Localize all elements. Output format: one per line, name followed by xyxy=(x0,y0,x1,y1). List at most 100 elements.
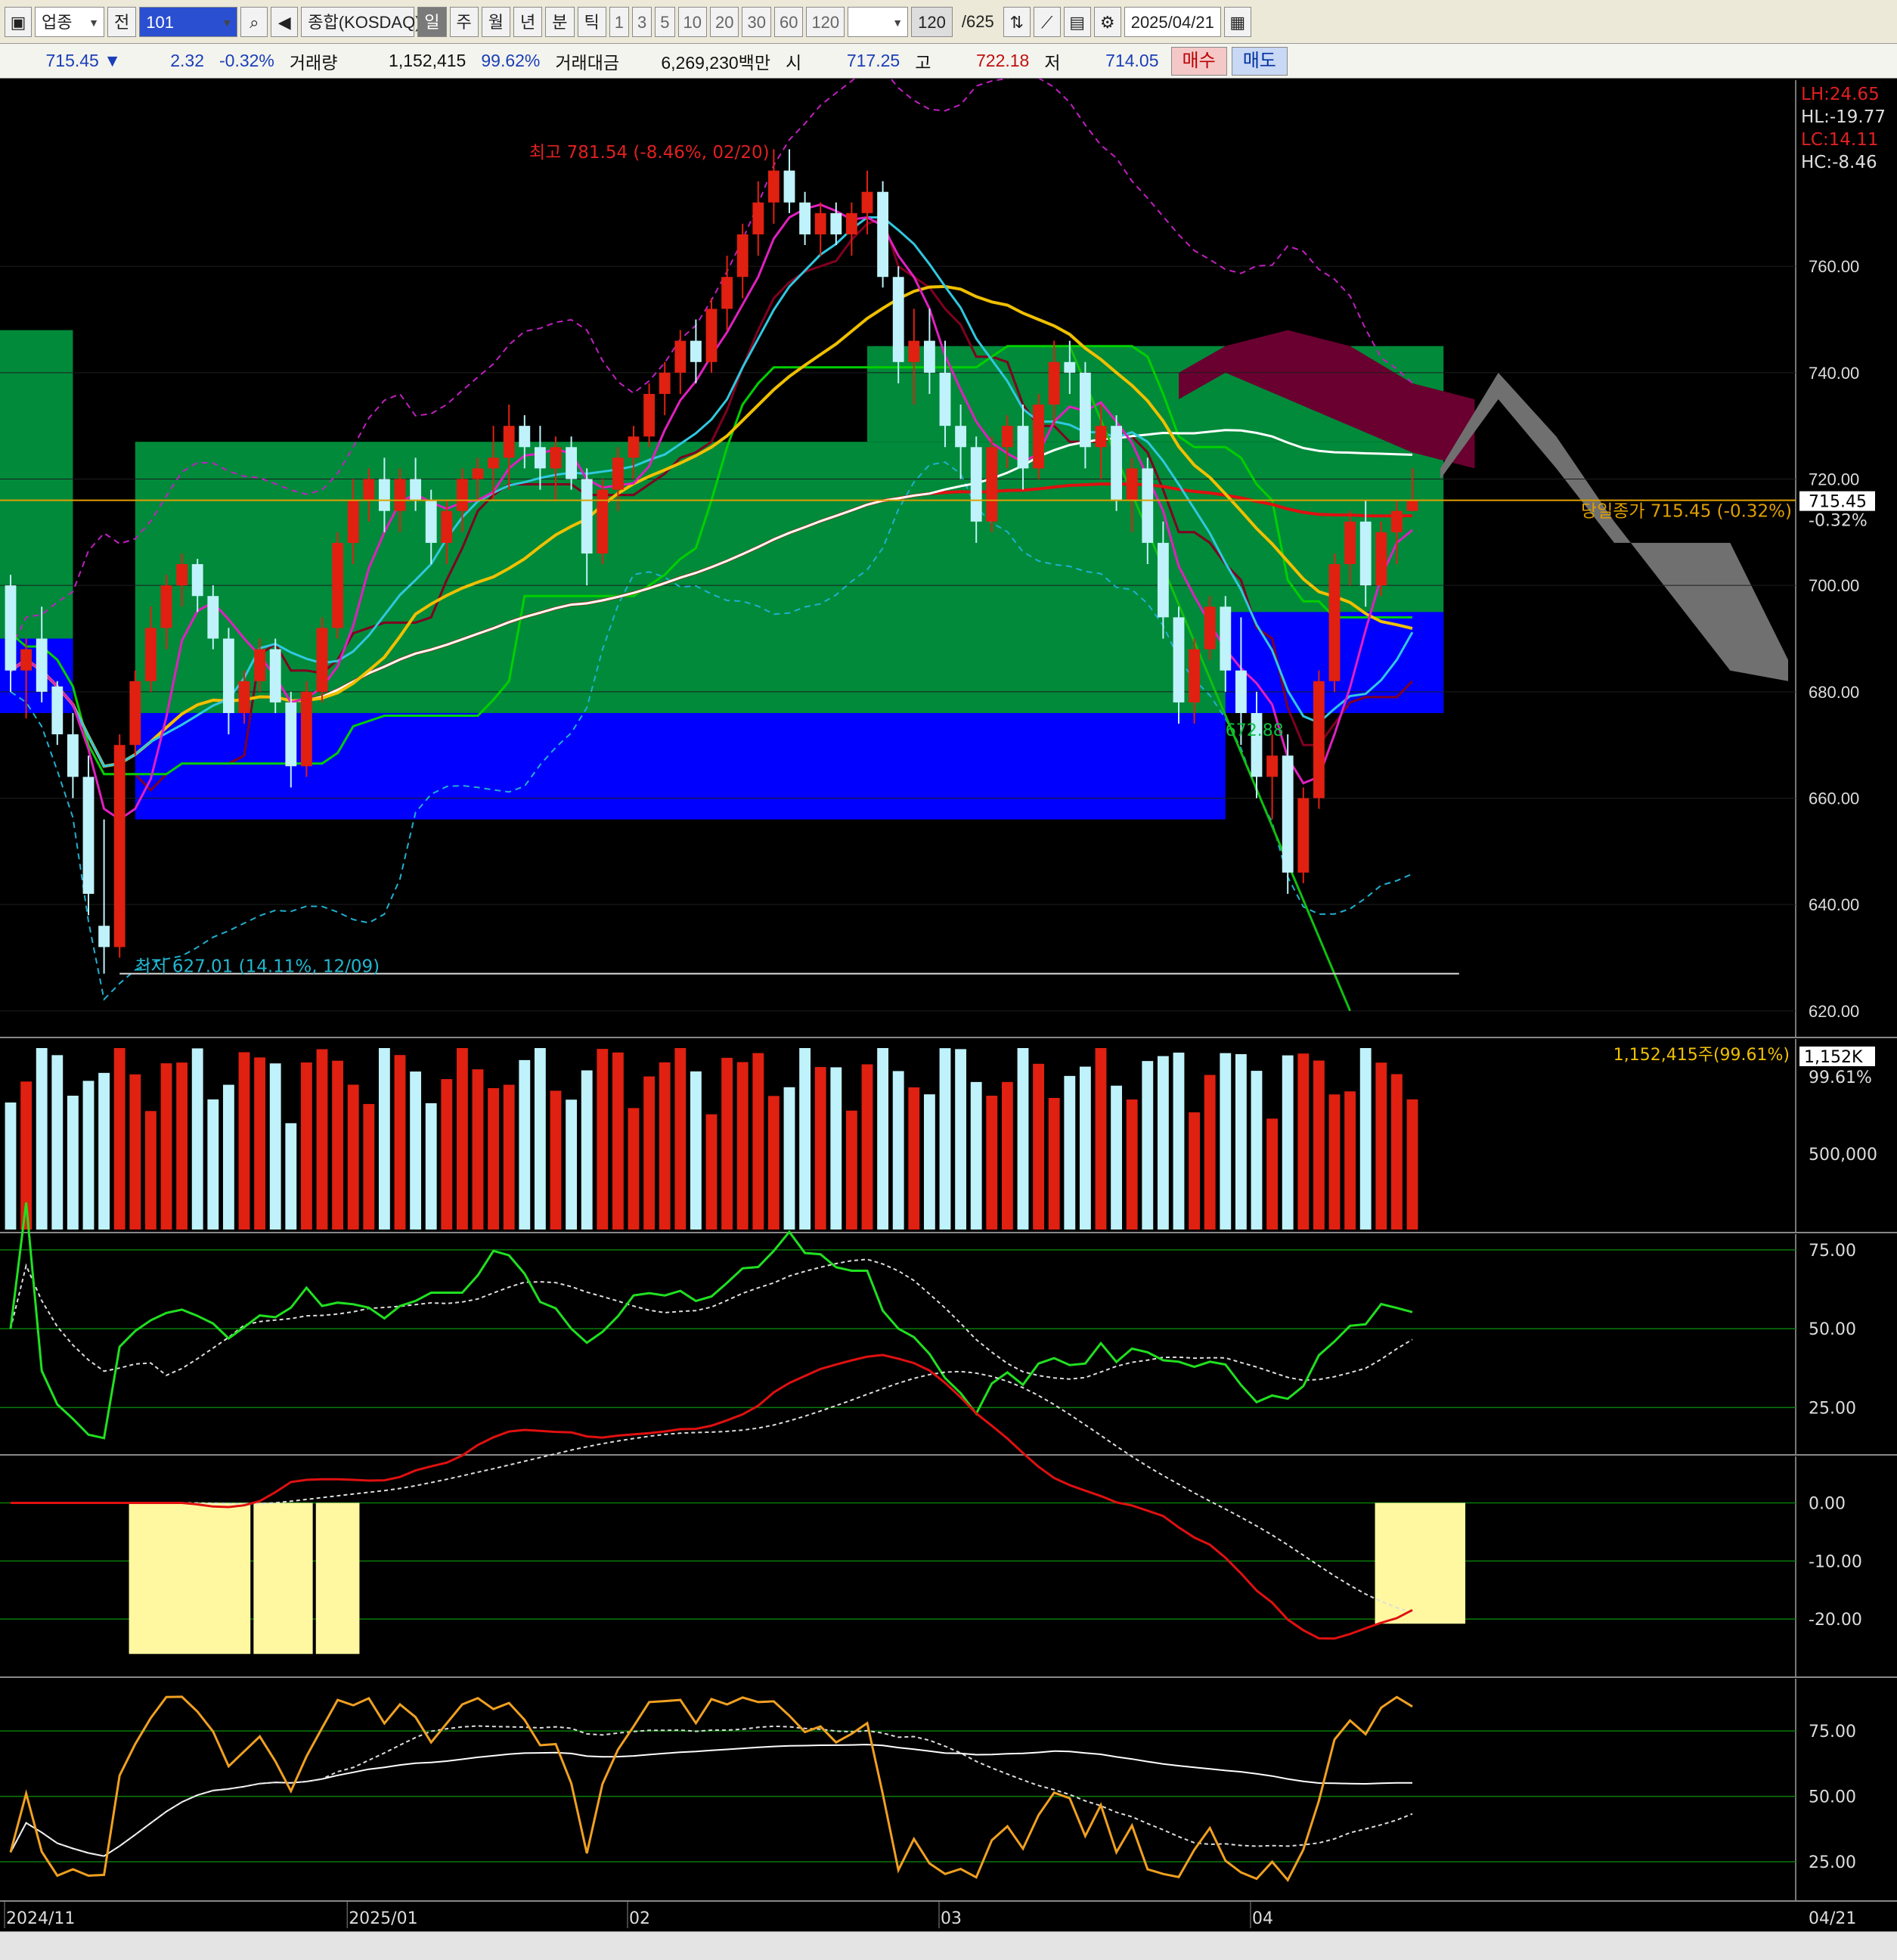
volume-bar xyxy=(503,1084,515,1230)
volume-bar xyxy=(67,1095,79,1230)
volume-bar xyxy=(1033,1063,1045,1230)
volume-bar xyxy=(799,1048,811,1230)
indicator-icon[interactable]: ⇅ xyxy=(1003,6,1031,37)
volume-bar xyxy=(1220,1053,1232,1230)
volume-bar xyxy=(363,1103,375,1230)
high-value: 722.18 xyxy=(976,51,1030,70)
gear-icon[interactable]: ⚙ xyxy=(1093,6,1121,37)
volume-bar xyxy=(1017,1048,1029,1230)
volume-bar xyxy=(1313,1060,1325,1230)
speaker-icon[interactable]: ◀ xyxy=(271,6,299,37)
interval-5[interactable]: 5 xyxy=(655,6,675,37)
total-count: /625 xyxy=(961,11,994,31)
period-minute[interactable]: 분 xyxy=(545,6,575,37)
level-annotation: 672.88 xyxy=(1226,721,1284,740)
volume-bar xyxy=(892,1071,904,1230)
open-value: 717.25 xyxy=(846,51,900,70)
candle-body xyxy=(254,649,266,681)
current-price: 715.45 ▼ xyxy=(45,51,121,70)
candle-body xyxy=(378,479,390,511)
volume-bar xyxy=(254,1057,266,1230)
candle-body xyxy=(519,426,531,448)
window-icon[interactable]: ▣ xyxy=(5,6,32,37)
candle-body xyxy=(472,468,484,479)
close-pct: -0.32% xyxy=(1809,512,1868,531)
volume-bar xyxy=(861,1064,873,1230)
candle-body xyxy=(877,191,889,278)
y-tick-760: 760.00 xyxy=(1809,257,1859,276)
buy-button[interactable]: 매수 xyxy=(1170,46,1227,76)
volume-bar xyxy=(1126,1099,1138,1230)
period-day[interactable]: 일 xyxy=(417,6,447,37)
candle-body xyxy=(1095,426,1107,448)
macd-highlight-box xyxy=(253,1503,313,1655)
volume-bar xyxy=(332,1060,344,1230)
candle-body xyxy=(659,372,671,394)
volume-bar xyxy=(519,1059,531,1230)
candle-body xyxy=(690,340,702,362)
save-icon[interactable]: ▤ xyxy=(1063,6,1091,37)
y-tick-640: 640.00 xyxy=(1809,895,1859,914)
prev-button[interactable]: 전 xyxy=(107,6,137,37)
volume-bar xyxy=(643,1076,656,1230)
indicator-tick-4-75: 75.00 xyxy=(1809,1723,1856,1741)
stock-chart[interactable]: 620.00 640.00 660.00 680.00 700.00 720.00 740.… xyxy=(0,79,1897,1931)
volume-bar xyxy=(1390,1074,1403,1230)
chart-toolbar: ▣ 업종 전 101 ⌕ ◀ 종합(KOSDAQ) 일 주 월 년 분 틱 1 … xyxy=(0,0,1897,44)
candle-body xyxy=(986,447,998,522)
x-tick-label: 02 xyxy=(629,1909,650,1928)
volume-bar xyxy=(456,1048,468,1230)
candle-body xyxy=(488,457,500,469)
volume-bar xyxy=(1359,1048,1372,1230)
volume-bar xyxy=(1266,1118,1279,1230)
interval-60[interactable]: 60 xyxy=(773,6,804,37)
volume-bar xyxy=(238,1052,250,1230)
volume-bar xyxy=(82,1081,95,1230)
candle-body xyxy=(612,457,624,490)
interval-20[interactable]: 20 xyxy=(709,6,739,37)
candle-body xyxy=(892,277,904,362)
indicator-tick-4-50: 50.00 xyxy=(1809,1788,1856,1807)
count-field[interactable]: 120 xyxy=(911,6,953,37)
code-input[interactable]: 101 xyxy=(139,6,238,38)
candle-body xyxy=(1079,372,1091,448)
high-annotation: 최고 781.54 (-8.46%, 02/20) xyxy=(529,143,770,163)
period-week[interactable]: 주 xyxy=(449,6,479,37)
interval-120[interactable]: 120 xyxy=(806,6,845,37)
search-icon[interactable]: ⌕ xyxy=(240,6,268,37)
volume-bar xyxy=(394,1055,406,1230)
interval-3[interactable]: 3 xyxy=(632,6,652,37)
period-month[interactable]: 월 xyxy=(481,6,510,37)
candle-body xyxy=(1204,606,1216,650)
volume-bar xyxy=(550,1090,562,1230)
interval-1[interactable]: 1 xyxy=(609,6,629,37)
volume-bar xyxy=(1157,1056,1169,1230)
volume-bar xyxy=(410,1071,422,1230)
candle-body xyxy=(316,628,328,692)
volume-title: 1,152,415주(99.61%) xyxy=(1613,1046,1790,1065)
volume-bar xyxy=(113,1048,126,1230)
chart-scroll-bar[interactable] xyxy=(0,1931,1897,1960)
volume-bar xyxy=(176,1062,188,1230)
ichimoku-blue-band xyxy=(135,712,1226,820)
candle-body xyxy=(534,447,546,469)
price-change-pct: -0.32% xyxy=(219,51,274,70)
period-tick[interactable]: 틱 xyxy=(577,6,606,37)
volume-bar xyxy=(441,1079,453,1230)
sell-button[interactable]: 매도 xyxy=(1231,46,1288,76)
calendar-icon[interactable]: ▦ xyxy=(1223,6,1251,37)
trendline-icon[interactable]: ⟋ xyxy=(1033,6,1061,37)
candle-body xyxy=(144,628,157,681)
interval-30[interactable]: 30 xyxy=(742,6,771,37)
volume-last: 1,152K xyxy=(1804,1048,1863,1067)
x-tick-label: 03 xyxy=(941,1909,962,1928)
interval-10[interactable]: 10 xyxy=(677,6,707,37)
date-field[interactable]: 2025/04/21 xyxy=(1124,6,1221,37)
panel-bg-2 xyxy=(0,1234,1897,1455)
category-select[interactable]: 업종 xyxy=(35,6,104,38)
volume-bar xyxy=(923,1094,935,1230)
candle-body xyxy=(503,426,515,458)
interval-select[interactable] xyxy=(848,6,909,38)
period-year[interactable]: 년 xyxy=(513,6,543,37)
macd-highlight-box xyxy=(129,1503,251,1655)
